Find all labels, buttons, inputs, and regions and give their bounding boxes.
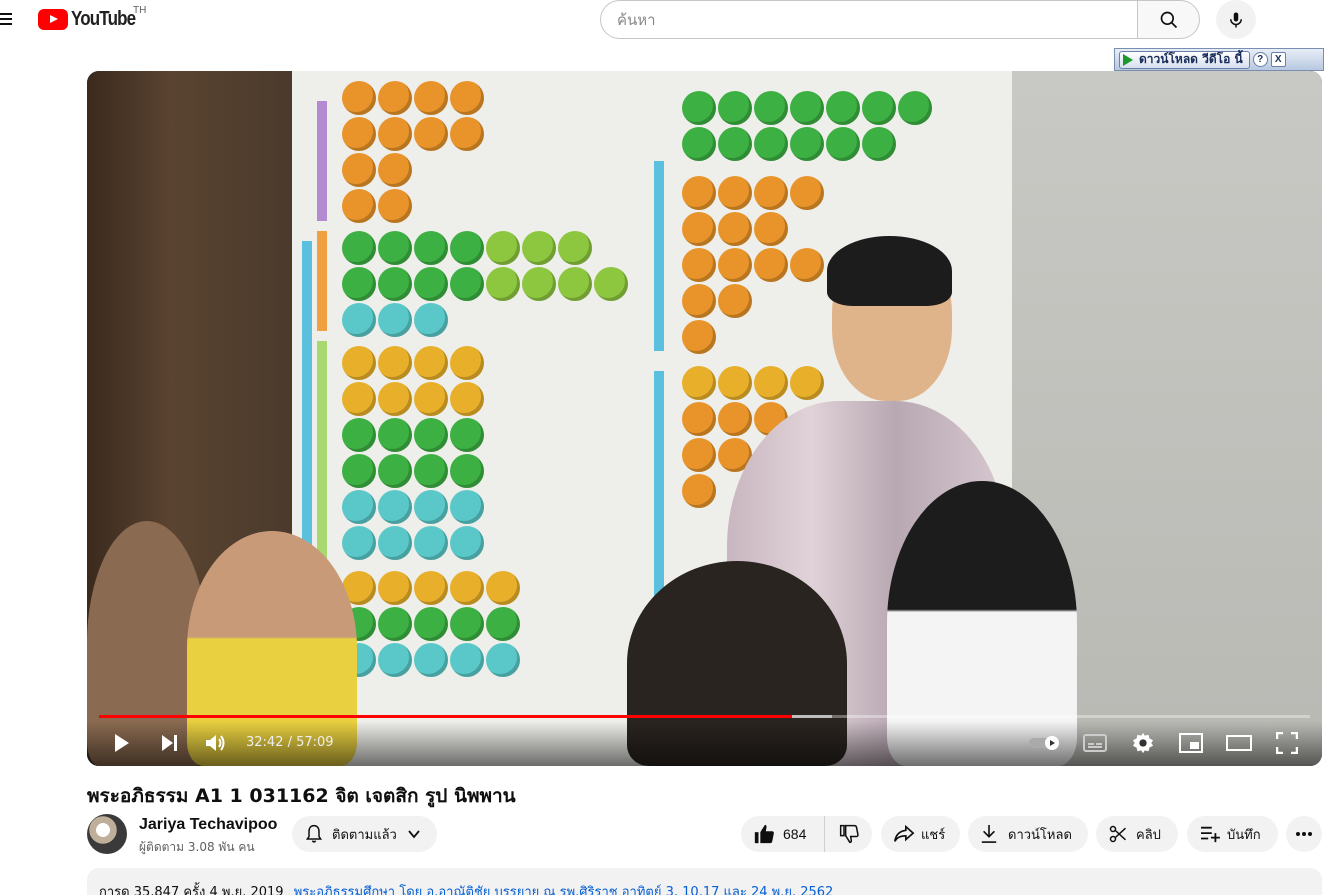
subscriber-count: ผู้ติดตาม 3.08 พัน คน — [139, 840, 255, 854]
logo-text: YouTube — [71, 7, 136, 30]
like-button[interactable]: 684 — [741, 816, 825, 852]
miniplayer-button[interactable] — [1178, 731, 1204, 755]
settings-button[interactable] — [1130, 731, 1156, 755]
theater-icon — [1226, 735, 1252, 751]
volume-button[interactable] — [203, 731, 229, 755]
share-button[interactable]: แชร์ — [881, 816, 960, 852]
download-plugin-bar: ดาวน์โหลด วีดีโอ นี้ ? X — [1114, 48, 1324, 71]
video-frame — [87, 71, 1322, 766]
chevron-down-icon — [408, 830, 420, 839]
more-actions-button[interactable] — [1286, 816, 1322, 852]
player-controls: 32:42 / 57:09 — [87, 721, 1322, 766]
thumbs-down-icon — [839, 824, 859, 844]
hamburger-icon[interactable] — [0, 10, 14, 28]
settings-icon — [1132, 732, 1154, 754]
voice-search-button[interactable] — [1216, 0, 1256, 39]
channel-name[interactable]: Jariya Techavipoo — [139, 816, 277, 834]
miniplayer-icon — [1179, 733, 1203, 753]
autoplay-toggle-icon — [1029, 736, 1059, 750]
share-label: แชร์ — [921, 827, 946, 843]
plugin-download-label: ดาวน์โหลด วีดีโอ นี้ — [1139, 52, 1243, 66]
subscribed-label: ติดตามแล้ว — [332, 827, 397, 843]
bell-icon — [305, 824, 323, 843]
view-stats: การดู 35,847 ครั้ง 4 พ.ย. 2019 — [99, 885, 284, 895]
volume-icon — [206, 735, 225, 751]
plugin-download-button[interactable]: ดาวน์โหลด วีดีโอ นี้ — [1119, 50, 1250, 69]
autoplay-toggle[interactable] — [1027, 731, 1063, 755]
youtube-logo[interactable]: YouTube — [38, 6, 147, 32]
description-link[interactable]: พระอภิธรรมศึกษา โดย อ.อาณัติชัย บรรยาย ณ… — [294, 885, 834, 895]
youtube-play-icon — [38, 8, 68, 30]
progress-played — [99, 715, 792, 718]
country-code: TH — [133, 5, 147, 16]
download-icon — [981, 825, 997, 843]
description-box[interactable]: การดู 35,847 ครั้ง 4 พ.ย. 2019 พระอภิธรร… — [87, 868, 1322, 895]
search-input[interactable] — [617, 10, 1138, 29]
play-button[interactable] — [109, 731, 133, 755]
mic-icon — [1230, 12, 1242, 27]
theater-mode-button[interactable] — [1226, 731, 1252, 755]
captions-button[interactable] — [1082, 731, 1108, 755]
time-display: 32:42 / 57:09 — [246, 735, 334, 750]
search-box — [600, 0, 1138, 39]
progress-bar[interactable] — [99, 715, 1310, 718]
clip-label: คลิป — [1136, 827, 1161, 843]
save-button[interactable]: บันทึก — [1187, 816, 1278, 852]
download-play-icon — [1123, 53, 1133, 66]
plugin-help-button[interactable]: ? — [1252, 52, 1268, 67]
search-icon — [1160, 11, 1177, 28]
next-icon — [162, 735, 177, 751]
play-icon — [115, 734, 129, 752]
clip-button[interactable]: คลิป — [1096, 816, 1178, 852]
next-button[interactable] — [157, 731, 181, 755]
channel-avatar[interactable] — [87, 814, 127, 854]
thumbs-up-icon — [754, 824, 774, 844]
subscribed-button[interactable]: ติดตามแล้ว — [292, 816, 437, 852]
download-button[interactable]: ดาวน์โหลด — [968, 816, 1088, 852]
masthead: YouTube TH — [0, 0, 1338, 40]
scissors-icon — [1109, 825, 1127, 843]
share-icon — [894, 824, 915, 842]
more-horizontal-icon — [1296, 832, 1312, 836]
video-title: พระอภิธรรม A1 1 031162 จิต เจตสิก รูป นิ… — [87, 785, 516, 807]
playlist-add-icon — [1201, 826, 1220, 843]
fullscreen-button[interactable] — [1274, 731, 1300, 755]
save-label: บันทึก — [1227, 827, 1261, 843]
video-player[interactable]: 32:42 / 57:09 — [87, 71, 1322, 766]
plugin-close-button[interactable]: X — [1270, 52, 1286, 67]
fullscreen-icon — [1276, 732, 1298, 754]
search-button[interactable] — [1137, 0, 1200, 39]
like-count: 684 — [783, 826, 807, 842]
download-label: ดาวน์โหลด — [1008, 827, 1072, 843]
dislike-button[interactable] — [825, 816, 872, 852]
like-dislike-group: 684 — [741, 816, 872, 852]
captions-icon — [1083, 734, 1107, 752]
